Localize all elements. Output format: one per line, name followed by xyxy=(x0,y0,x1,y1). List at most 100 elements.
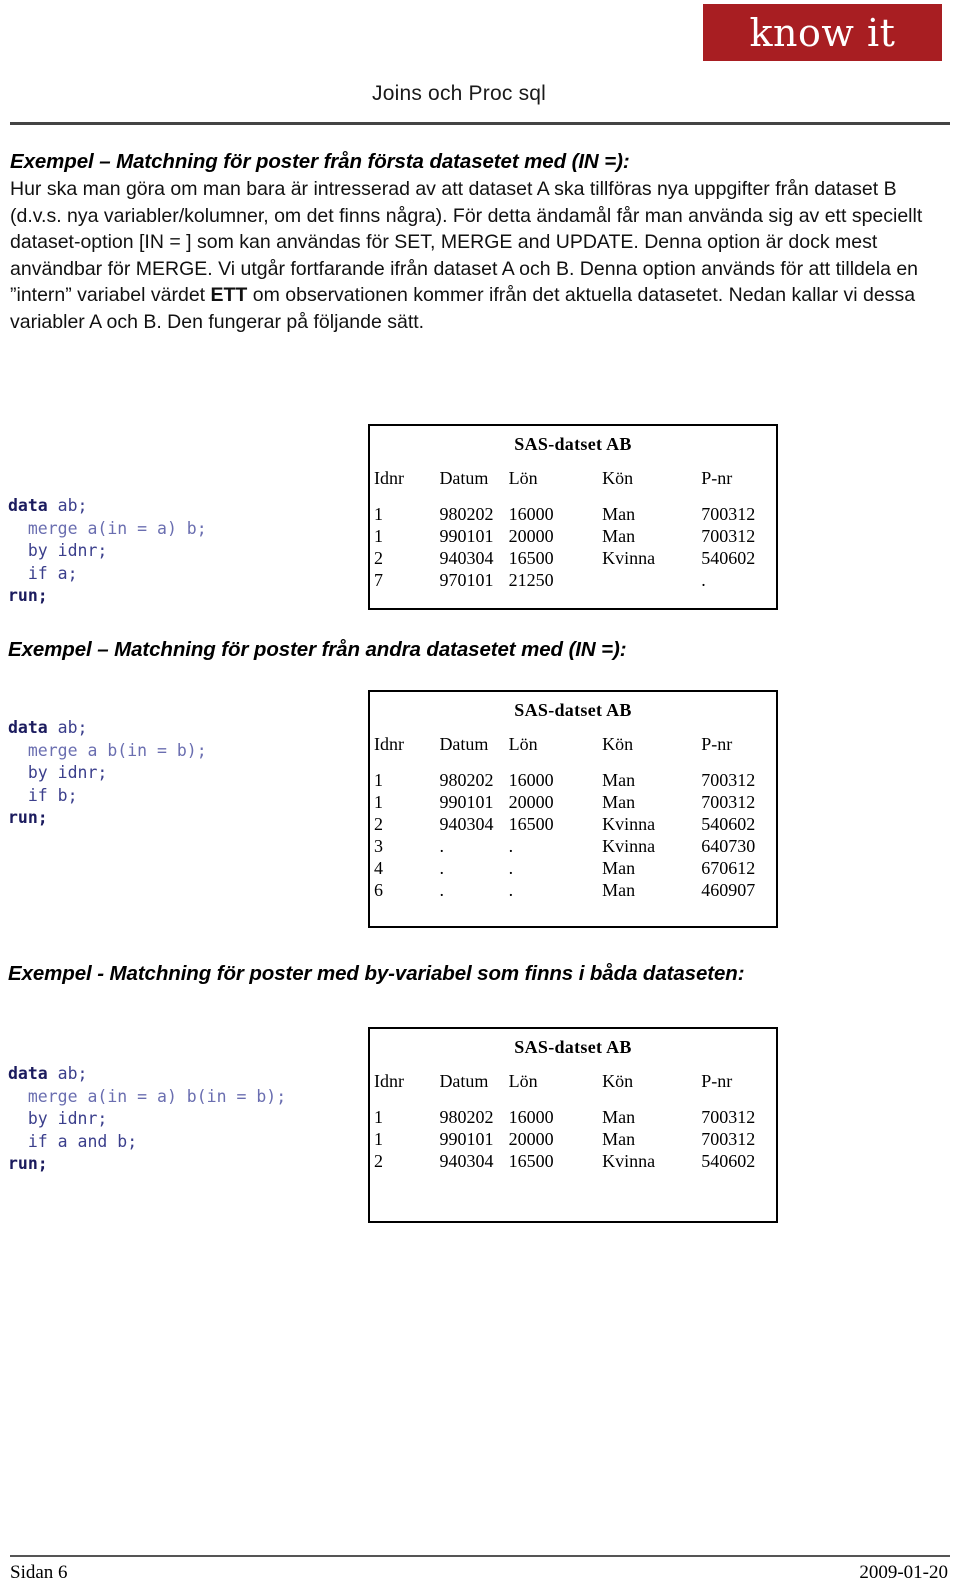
table-row: 2 940304 16500 Kvinna 540602 xyxy=(374,813,776,835)
code-keyword-run: run; xyxy=(8,1154,48,1173)
cell-lon: 16000 xyxy=(508,504,554,524)
table-row: 2 940304 16500 Kvinna 540602 xyxy=(374,1150,776,1172)
cell-datum: 980202 xyxy=(439,504,494,524)
column-header-pnr: P-nr xyxy=(701,1071,733,1091)
cell-kon: Man xyxy=(602,858,636,878)
cell-pnr: 540602 xyxy=(701,548,756,568)
code-line-by: by idnr; xyxy=(8,541,108,560)
cell-lon: . xyxy=(508,836,514,856)
cell-pnr: 460907 xyxy=(701,880,756,900)
sas-dataset-table-3: SAS-datset AB Idnr Datum Lön Kön P-nr 1 … xyxy=(368,1027,778,1223)
section-heading-first-dataset: Exempel – Matchning för poster från förs… xyxy=(10,150,630,173)
column-header-pnr: P-nr xyxy=(701,734,733,754)
cell-kon: Kvinna xyxy=(602,836,656,856)
cell-lon: 20000 xyxy=(508,526,554,546)
column-header-datum: Datum xyxy=(439,468,489,488)
cell-datum: . xyxy=(439,880,444,900)
cell-pnr: 700312 xyxy=(701,770,756,790)
cell-lon: 20000 xyxy=(508,1129,554,1149)
cell-kon: Kvinna xyxy=(602,548,656,568)
code-block-both-datasets: data ab; merge a(in = a) b(in = b); by i… xyxy=(8,1063,286,1176)
code-line-if: if a; xyxy=(8,563,78,583)
table-grid: Idnr Datum Lön Kön P-nr 1 980202 16000 M… xyxy=(370,467,776,591)
code-line-1-rest: ab; xyxy=(47,496,88,515)
header-divider xyxy=(10,122,950,125)
code-line-if: if b; xyxy=(8,785,78,805)
cell-kon: Man xyxy=(602,792,636,812)
column-header-kon: Kön xyxy=(602,734,634,754)
cell-pnr: 540602 xyxy=(701,814,756,834)
cell-idnr: 1 xyxy=(374,1129,383,1149)
table-header-row: Idnr Datum Lön Kön P-nr xyxy=(374,1070,776,1092)
column-header-kon: Kön xyxy=(602,1071,634,1091)
table-row: 1 990101 20000 Man 700312 xyxy=(374,1128,776,1150)
table-title: SAS-datset AB xyxy=(514,700,632,720)
code-line-merge: merge a b(in = b); xyxy=(8,740,207,760)
cell-datum: 990101 xyxy=(439,1129,494,1149)
table-row: 1 980202 16000 Man 700312 xyxy=(374,769,776,791)
table-row: 3 . . Kvinna 640730 xyxy=(374,835,776,857)
section-heading-both-datasets: Exempel - Matchning för poster med by-va… xyxy=(8,962,745,985)
table-row: 1 980202 16000 Man 700312 xyxy=(374,503,776,525)
column-header-datum: Datum xyxy=(439,734,489,754)
cell-idnr: 3 xyxy=(374,836,383,856)
cell-idnr: 1 xyxy=(374,504,383,524)
table-header-row: Idnr Datum Lön Kön P-nr xyxy=(374,733,776,755)
code-keyword-data: data xyxy=(8,1064,48,1083)
cell-lon: 16500 xyxy=(508,814,554,834)
column-header-datum: Datum xyxy=(439,1071,489,1091)
sas-dataset-table-1: SAS-datset AB Idnr Datum Lön Kön P-nr 1 … xyxy=(368,424,778,610)
code-keyword-run: run; xyxy=(8,586,48,605)
table-row: 4 . . Man 670612 xyxy=(374,857,776,879)
cell-lon: 16000 xyxy=(508,1107,554,1127)
column-header-idnr: Idnr xyxy=(374,1071,404,1091)
page-title: Joins och Proc sql xyxy=(372,82,547,105)
cell-idnr: 1 xyxy=(374,526,383,546)
cell-idnr: 2 xyxy=(374,814,383,834)
column-header-lon: Lön xyxy=(508,468,538,488)
code-keyword-run: run; xyxy=(8,808,48,827)
cell-lon: 16000 xyxy=(508,770,554,790)
column-header-idnr: Idnr xyxy=(374,734,404,754)
code-line-by: by idnr; xyxy=(8,763,108,782)
cell-kon: Kvinna xyxy=(602,814,656,834)
cell-datum: 990101 xyxy=(439,792,494,812)
column-header-pnr: P-nr xyxy=(701,468,733,488)
cell-pnr: 670612 xyxy=(701,858,756,878)
cell-kon: Man xyxy=(602,1129,636,1149)
cell-lon: 21250 xyxy=(508,570,554,590)
cell-datum: 940304 xyxy=(439,548,494,568)
cell-lon: 20000 xyxy=(508,792,554,812)
code-line-if: if a and b; xyxy=(8,1131,138,1151)
cell-idnr: 2 xyxy=(374,548,383,568)
cell-pnr: 700312 xyxy=(701,1129,756,1149)
code-keyword-data: data xyxy=(8,496,48,515)
cell-idnr: 7 xyxy=(374,570,383,590)
code-keyword-data: data xyxy=(8,718,48,737)
footer-divider xyxy=(10,1555,950,1557)
table-title: SAS-datset AB xyxy=(514,1037,632,1057)
cell-pnr: 540602 xyxy=(701,1151,756,1171)
cell-datum: 940304 xyxy=(439,1151,494,1171)
cell-idnr: 1 xyxy=(374,792,383,812)
table-row: 6 . . Man 460907 xyxy=(374,879,776,901)
table-row: 7 970101 21250 . xyxy=(374,569,776,591)
table-title: SAS-datset AB xyxy=(514,434,632,454)
table-row: 1 990101 20000 Man 700312 xyxy=(374,791,776,813)
cell-datum: 980202 xyxy=(439,770,494,790)
code-line-by: by idnr; xyxy=(8,1109,108,1128)
cell-pnr: 700312 xyxy=(701,792,756,812)
cell-kon xyxy=(602,569,701,591)
cell-kon: Man xyxy=(602,770,636,790)
cell-kon: Kvinna xyxy=(602,1151,656,1171)
document-date: 2009-01-20 xyxy=(859,1562,948,1583)
cell-idnr: 1 xyxy=(374,1107,383,1127)
cell-pnr: 700312 xyxy=(701,526,756,546)
cell-datum: . xyxy=(439,858,444,878)
cell-pnr: 700312 xyxy=(701,504,756,524)
sas-dataset-table-2: SAS-datset AB Idnr Datum Lön Kön P-nr 1 … xyxy=(368,690,778,928)
cell-lon: . xyxy=(508,858,514,878)
logo-text: know it xyxy=(749,10,896,55)
table-grid: Idnr Datum Lön Kön P-nr 1 980202 16000 M… xyxy=(370,1070,776,1172)
cell-datum: 980202 xyxy=(439,1107,494,1127)
